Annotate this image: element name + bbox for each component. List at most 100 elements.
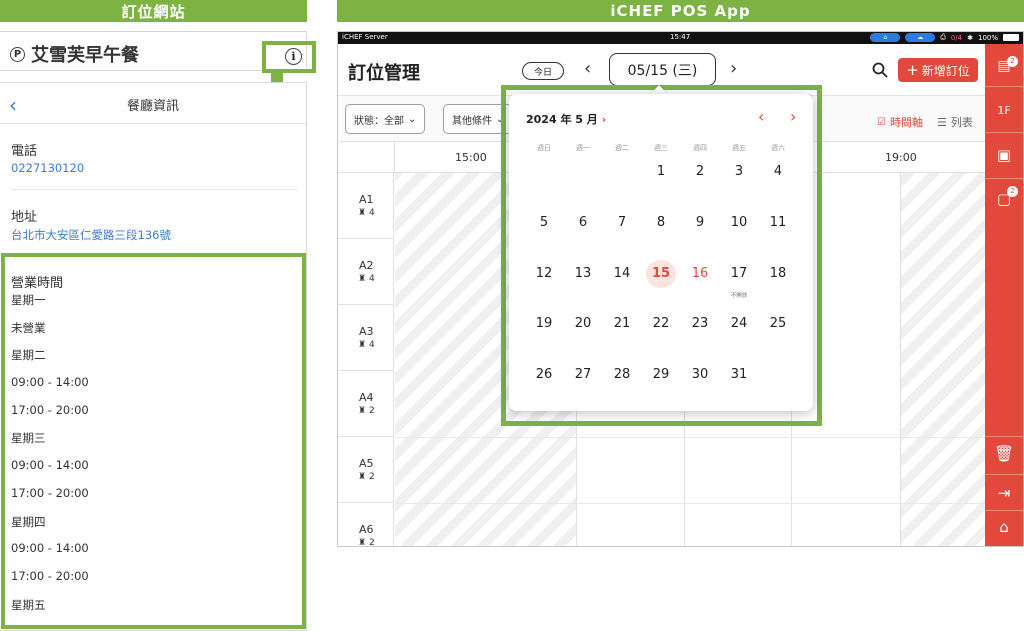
calendar-day[interactable]: 2 — [685, 158, 715, 186]
calendar-day[interactable]: 30 — [685, 361, 715, 389]
status-icons: ⌂ ☁ ⎙ 0/4 ✱ 100% — [870, 33, 1019, 42]
calendar-day[interactable]: 8 — [646, 209, 676, 237]
timeline-label: 時間軸 — [889, 116, 923, 129]
weekday-label: 週一 — [576, 144, 590, 152]
weekday-label: 週六 — [771, 144, 785, 152]
cloud-status-icon: ☁ — [905, 33, 936, 42]
panel-header: ‹ 餐廳資訊 — [0, 83, 306, 124]
clock-text: 15:47 — [670, 33, 691, 41]
calendar-alert-icon[interactable]: ▣ — [985, 146, 1023, 164]
calendar-day[interactable]: 29 — [646, 361, 676, 389]
table-row[interactable]: A2 ♜ 4 — [338, 239, 394, 305]
divider — [985, 178, 1023, 179]
prev-date-icon[interactable]: ‹ — [584, 58, 591, 79]
date-selector[interactable]: 05/15 (三) — [609, 53, 716, 86]
calendar-day[interactable]: 14 — [607, 260, 637, 288]
divider — [985, 474, 1023, 475]
calendar-day[interactable]: 31 — [724, 361, 754, 389]
phone-link[interactable]: 0227130120 — [11, 161, 84, 175]
seat-count-text: 4 — [368, 208, 375, 218]
logout-icon[interactable]: ⇥ — [985, 484, 1023, 502]
hours-line: 09:00 - 14:00 — [11, 375, 89, 389]
restaurant-title-bar: P 艾雪芙早午餐 — [0, 31, 307, 71]
calendar-day[interactable]: 3 — [724, 158, 754, 186]
address-label: 地址 — [11, 210, 38, 225]
next-month-icon[interactable]: › — [790, 107, 796, 126]
table-name: A4 — [359, 391, 374, 404]
calendar-day[interactable]: 11 — [763, 209, 793, 237]
table-row[interactable]: A5 ♜ 2 — [338, 437, 394, 503]
list-label: 列表 — [950, 116, 973, 129]
calendar-day[interactable]: 4 — [763, 158, 793, 186]
timeline-view-toggle[interactable]: ☑ 時間軸 — [877, 114, 923, 130]
calendar-day[interactable]: 28 — [607, 361, 637, 389]
printer-count: 0/4 — [950, 33, 963, 42]
table-row[interactable]: A3 ♜ 4 — [338, 305, 394, 371]
divider — [985, 132, 1023, 133]
divider — [11, 189, 298, 190]
calendar-day[interactable]: 27 — [568, 361, 598, 389]
search-icon[interactable] — [871, 61, 889, 79]
calendar-day[interactable]: 13 — [568, 260, 598, 288]
grid-line — [395, 503, 986, 504]
table-name: A2 — [359, 259, 374, 272]
calendar-day[interactable]: 10 — [724, 209, 754, 237]
seat-count-text: 2 — [368, 538, 375, 547]
calendar-day[interactable]: 17 — [724, 260, 754, 288]
calendar-day[interactable]: 6 — [568, 209, 598, 237]
info-icon[interactable]: i — [285, 48, 302, 65]
clipboard-badge: 2 — [1007, 186, 1018, 197]
table-row[interactable]: A4 ♜ 2 — [338, 371, 394, 437]
status-filter[interactable]: 狀態：全部 ⌄ — [345, 104, 426, 134]
divider — [985, 436, 1023, 437]
seat-count: ♜ 2 — [358, 538, 375, 547]
divider — [985, 510, 1023, 511]
calendar-day[interactable]: 25 — [763, 310, 793, 338]
calendar-day[interactable]: 5 — [529, 209, 559, 237]
calendar-day[interactable]: 21 — [607, 310, 637, 338]
table-row[interactable]: A6 ♜ 2 — [338, 503, 394, 547]
calendar-day[interactable]: 20 — [568, 310, 598, 338]
business-hours-label: 營業時間 — [11, 276, 64, 291]
printer-icon: ⎙ — [940, 33, 946, 41]
calendar-day[interactable]: 15 — [646, 260, 676, 288]
hours-line: 星期二 — [11, 348, 46, 362]
floor-button[interactable]: 1F — [985, 104, 1023, 117]
calendar-popup: 2024 年 5 月 › ‹ › 週日 週一 週二 週三 週四 週五 週六 123… — [509, 94, 813, 411]
calendar-day[interactable]: 18 — [763, 260, 793, 288]
calendar-day[interactable]: 24 — [724, 310, 754, 338]
next-date-icon[interactable]: › — [730, 58, 737, 79]
plus-icon: + — [906, 61, 919, 79]
add-reservation-button[interactable]: + 新增訂位 — [898, 58, 978, 82]
calendar-day[interactable]: 22 — [646, 310, 676, 338]
table-name: A3 — [359, 325, 374, 338]
hours-line: 09:00 - 14:00 — [11, 458, 89, 472]
table-name: A5 — [359, 457, 374, 470]
today-button[interactable]: 今日 — [522, 62, 564, 80]
phone-label: 電話 — [11, 144, 38, 159]
seat-count-text: 2 — [368, 406, 375, 416]
calendar-day[interactable]: 12 — [529, 260, 559, 288]
calendar-day[interactable]: 16 — [685, 260, 715, 288]
table-name: A1 — [359, 193, 374, 206]
prev-month-icon[interactable]: ‹ — [758, 107, 764, 126]
calendar-day[interactable]: 23 — [685, 310, 715, 338]
parking-icon: P — [10, 46, 25, 62]
list-view-toggle[interactable]: ☰ 列表 — [937, 114, 973, 130]
list-icon: ☰ — [937, 115, 947, 129]
chair-icon: ♜ — [358, 406, 367, 416]
calendar-day[interactable]: 9 — [685, 209, 715, 237]
table-column: A1 ♜ 4 A2 ♜ 4 A3 ♜ 4 A4 ♜ 2 A5 ♜ 2 A6 ♜ … — [338, 173, 394, 547]
calendar-day[interactable]: 7 — [607, 209, 637, 237]
trash-icon[interactable]: 🗑 — [985, 444, 1023, 463]
weekday-label: 週五 — [732, 144, 746, 152]
toolbox-icon[interactable]: ⌂ — [985, 518, 1023, 536]
address-link[interactable]: 台北市大安區仁愛路三段136號 — [11, 227, 171, 243]
table-row[interactable]: A1 ♜ 4 — [338, 173, 394, 239]
panel-title: 餐廳資訊 — [126, 99, 179, 114]
calendar-day[interactable]: 1 — [646, 158, 676, 186]
seat-count: ♜ 4 — [358, 274, 375, 284]
calendar-month[interactable]: 2024 年 5 月 › — [526, 111, 606, 127]
calendar-day[interactable]: 19 — [529, 310, 559, 338]
calendar-day[interactable]: 26 — [529, 361, 559, 389]
